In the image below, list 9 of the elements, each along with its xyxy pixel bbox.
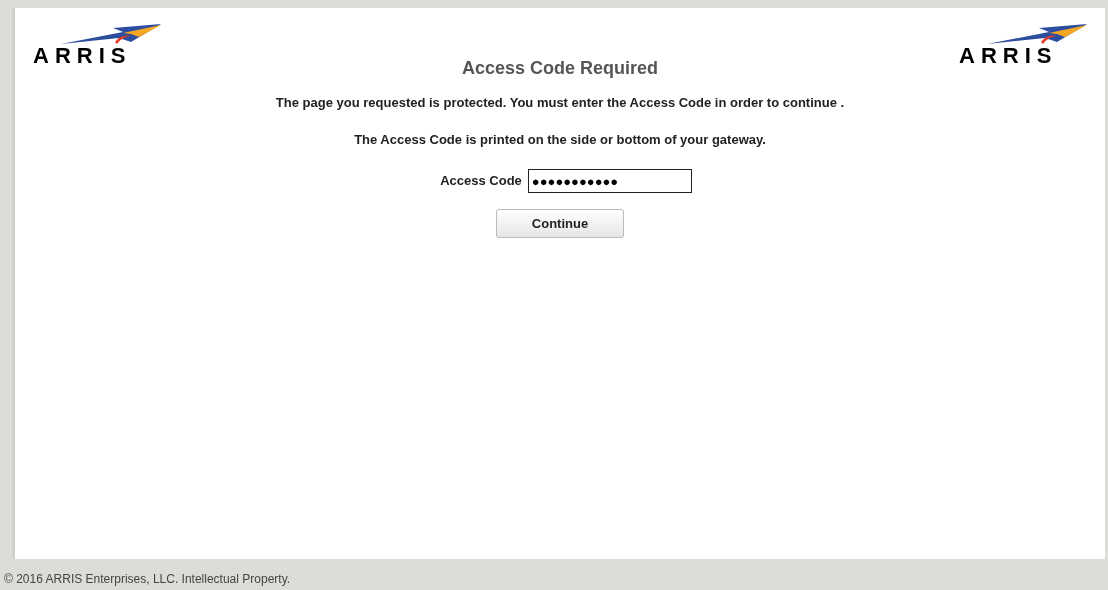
logo: ARRIS: [33, 24, 161, 67]
page-title: Access Code Required: [461, 57, 659, 80]
continue-button[interactable]: Continue: [496, 209, 624, 238]
info-text: The Access Code is printed on the side or bottom of your gateway.: [354, 130, 766, 149]
access-code-label: Access Code: [440, 172, 522, 191]
copyright-text: © 2016 ARRIS Enterprises, LLC. Intellectual Property.: [4, 572, 292, 586]
info-text: The page you requested is protected. You must enter the Access Code in order to continue .: [275, 94, 845, 112]
access-code-field[interactable]: ●●●●●●●●●●●: [527, 169, 692, 193]
logo: ARRIS: [959, 24, 1087, 67]
